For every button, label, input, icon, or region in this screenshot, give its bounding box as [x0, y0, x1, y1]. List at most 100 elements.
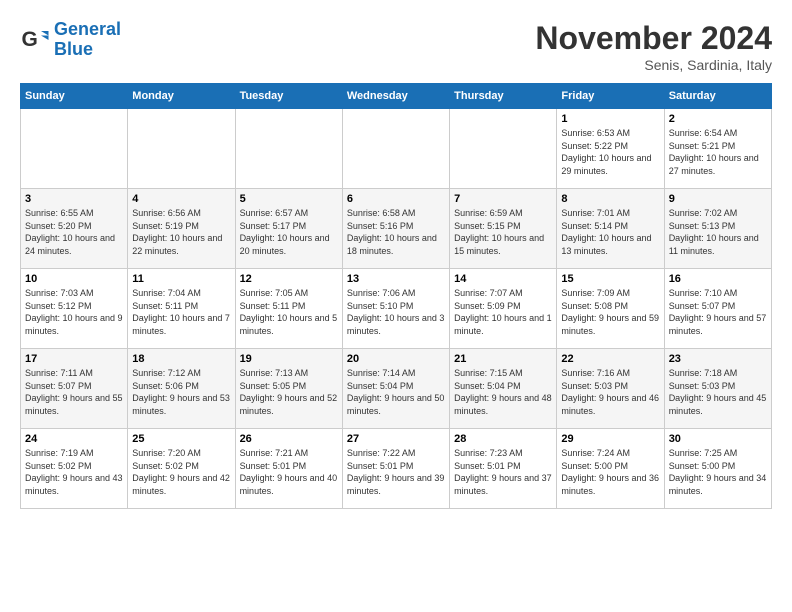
calendar-cell: 21 Sunrise: 7:15 AM Sunset: 5:04 PM Dayli…	[450, 349, 557, 429]
calendar-cell: 12 Sunrise: 7:05 AM Sunset: 5:11 PM Dayli…	[235, 269, 342, 349]
title-section: November 2024 Senis, Sardinia, Italy	[535, 20, 772, 73]
day-number: 6	[347, 193, 445, 205]
calendar-week-row: 3Sunrise: 6:55 AM Sunset: 5:20 PM Daylig…	[21, 189, 772, 269]
day-info: Sunrise: 7:22 AM Sunset: 5:01 PM Dayligh…	[347, 447, 445, 497]
day-info: Sunrise: 7:15 AM Sunset: 5:04 PM Dayligh…	[454, 367, 552, 417]
day-info: Sunrise: 7:10 AM Sunset: 5:07 PM Dayligh…	[669, 287, 767, 337]
day-number: 20	[347, 353, 445, 365]
calendar-cell	[128, 109, 235, 189]
day-info: Sunrise: 7:21 AM Sunset: 5:01 PM Dayligh…	[240, 447, 338, 497]
day-of-week-header: Tuesday	[235, 84, 342, 109]
day-number: 2	[669, 113, 767, 125]
logo: G General Blue	[20, 20, 121, 60]
page-header: G General Blue November 2024 Senis, Sard…	[20, 20, 772, 73]
calendar-week-row: 24 Sunrise: 7:19 AM Sunset: 5:02 PM Dayli…	[21, 429, 772, 509]
logo-line1: General	[54, 19, 121, 39]
calendar-cell: 27 Sunrise: 7:22 AM Sunset: 5:01 PM Dayli…	[342, 429, 449, 509]
day-info: Sunrise: 7:23 AM Sunset: 5:01 PM Dayligh…	[454, 447, 552, 497]
day-number: 7	[454, 193, 552, 205]
calendar-cell: 24 Sunrise: 7:19 AM Sunset: 5:02 PM Dayli…	[21, 429, 128, 509]
day-number: 8	[561, 193, 659, 205]
logo-icon: G	[20, 25, 50, 55]
day-number: 26	[240, 433, 338, 445]
day-info: Sunrise: 7:16 AM Sunset: 5:03 PM Dayligh…	[561, 367, 659, 417]
day-number: 22	[561, 353, 659, 365]
logo-text: General Blue	[54, 20, 121, 60]
calendar-cell: 8 Sunrise: 7:01 AM Sunset: 5:14 PM Daylig…	[557, 189, 664, 269]
calendar-cell: 18Sunrise: 7:12 AM Sunset: 5:06 PM Dayli…	[128, 349, 235, 429]
day-number: 29	[561, 433, 659, 445]
day-info: Sunrise: 7:05 AM Sunset: 5:11 PM Dayligh…	[240, 287, 338, 337]
calendar-cell: 1 Sunrise: 6:53 AM Sunset: 5:22 PM Daylig…	[557, 109, 664, 189]
calendar-cell: 20 Sunrise: 7:14 AM Sunset: 5:04 PM Dayli…	[342, 349, 449, 429]
day-info: Sunrise: 7:04 AM Sunset: 5:11 PM Dayligh…	[132, 287, 230, 337]
day-info: Sunrise: 7:18 AM Sunset: 5:03 PM Dayligh…	[669, 367, 767, 417]
calendar-cell: 30Sunrise: 7:25 AM Sunset: 5:00 PM Dayli…	[664, 429, 771, 509]
calendar-cell: 3Sunrise: 6:55 AM Sunset: 5:20 PM Daylig…	[21, 189, 128, 269]
month-title: November 2024	[535, 20, 772, 57]
calendar-cell: 25 Sunrise: 7:20 AM Sunset: 5:02 PM Dayli…	[128, 429, 235, 509]
day-info: Sunrise: 6:53 AM Sunset: 5:22 PM Dayligh…	[561, 127, 659, 177]
day-of-week-header: Friday	[557, 84, 664, 109]
day-info: Sunrise: 7:20 AM Sunset: 5:02 PM Dayligh…	[132, 447, 230, 497]
day-number: 19	[240, 353, 338, 365]
day-of-week-header: Saturday	[664, 84, 771, 109]
day-number: 11	[132, 273, 230, 285]
calendar-week-row: 17Sunrise: 7:11 AM Sunset: 5:07 PM Dayli…	[21, 349, 772, 429]
calendar-cell: 2 Sunrise: 6:54 AM Sunset: 5:21 PM Daylig…	[664, 109, 771, 189]
day-number: 15	[561, 273, 659, 285]
day-info: Sunrise: 7:25 AM Sunset: 5:00 PM Dayligh…	[669, 447, 767, 497]
day-info: Sunrise: 6:56 AM Sunset: 5:19 PM Dayligh…	[132, 207, 230, 257]
day-info: Sunrise: 6:58 AM Sunset: 5:16 PM Dayligh…	[347, 207, 445, 257]
day-info: Sunrise: 7:14 AM Sunset: 5:04 PM Dayligh…	[347, 367, 445, 417]
calendar-cell: 29Sunrise: 7:24 AM Sunset: 5:00 PM Dayli…	[557, 429, 664, 509]
day-number: 12	[240, 273, 338, 285]
calendar-cell: 9 Sunrise: 7:02 AM Sunset: 5:13 PM Daylig…	[664, 189, 771, 269]
day-info: Sunrise: 7:13 AM Sunset: 5:05 PM Dayligh…	[240, 367, 338, 417]
day-number: 25	[132, 433, 230, 445]
calendar-cell: 17Sunrise: 7:11 AM Sunset: 5:07 PM Dayli…	[21, 349, 128, 429]
calendar-cell: 22 Sunrise: 7:16 AM Sunset: 5:03 PM Dayli…	[557, 349, 664, 429]
day-number: 9	[669, 193, 767, 205]
day-number: 28	[454, 433, 552, 445]
day-number: 18	[132, 353, 230, 365]
day-info: Sunrise: 6:55 AM Sunset: 5:20 PM Dayligh…	[25, 207, 123, 257]
calendar-cell: 6 Sunrise: 6:58 AM Sunset: 5:16 PM Daylig…	[342, 189, 449, 269]
calendar-cell: 10Sunrise: 7:03 AM Sunset: 5:12 PM Dayli…	[21, 269, 128, 349]
calendar-cell	[235, 109, 342, 189]
day-of-week-header: Monday	[128, 84, 235, 109]
logo-line2: Blue	[54, 39, 93, 59]
day-of-week-header: Sunday	[21, 84, 128, 109]
day-number: 4	[132, 193, 230, 205]
day-number: 1	[561, 113, 659, 125]
location: Senis, Sardinia, Italy	[535, 57, 772, 73]
calendar-cell: 11 Sunrise: 7:04 AM Sunset: 5:11 PM Dayli…	[128, 269, 235, 349]
calendar-cell: 16 Sunrise: 7:10 AM Sunset: 5:07 PM Dayli…	[664, 269, 771, 349]
day-number: 14	[454, 273, 552, 285]
day-info: Sunrise: 7:07 AM Sunset: 5:09 PM Dayligh…	[454, 287, 552, 337]
calendar-cell: 14 Sunrise: 7:07 AM Sunset: 5:09 PM Dayli…	[450, 269, 557, 349]
day-info: Sunrise: 7:03 AM Sunset: 5:12 PM Dayligh…	[25, 287, 123, 337]
day-of-week-header: Thursday	[450, 84, 557, 109]
calendar-cell: 4 Sunrise: 6:56 AM Sunset: 5:19 PM Daylig…	[128, 189, 235, 269]
calendar-week-row: 1 Sunrise: 6:53 AM Sunset: 5:22 PM Daylig…	[21, 109, 772, 189]
day-of-week-header: Wednesday	[342, 84, 449, 109]
calendar-cell: 23Sunrise: 7:18 AM Sunset: 5:03 PM Dayli…	[664, 349, 771, 429]
day-info: Sunrise: 6:54 AM Sunset: 5:21 PM Dayligh…	[669, 127, 767, 177]
day-number: 13	[347, 273, 445, 285]
calendar-cell: 5Sunrise: 6:57 AM Sunset: 5:17 PM Daylig…	[235, 189, 342, 269]
day-info: Sunrise: 6:57 AM Sunset: 5:17 PM Dayligh…	[240, 207, 338, 257]
calendar-table: SundayMondayTuesdayWednesdayThursdayFrid…	[20, 83, 772, 509]
svg-text:G: G	[22, 28, 38, 51]
day-number: 16	[669, 273, 767, 285]
calendar-cell: 15Sunrise: 7:09 AM Sunset: 5:08 PM Dayli…	[557, 269, 664, 349]
day-info: Sunrise: 7:19 AM Sunset: 5:02 PM Dayligh…	[25, 447, 123, 497]
calendar-cell	[21, 109, 128, 189]
day-number: 27	[347, 433, 445, 445]
calendar-cell: 28 Sunrise: 7:23 AM Sunset: 5:01 PM Dayli…	[450, 429, 557, 509]
day-info: Sunrise: 7:11 AM Sunset: 5:07 PM Dayligh…	[25, 367, 123, 417]
day-number: 24	[25, 433, 123, 445]
day-info: Sunrise: 7:02 AM Sunset: 5:13 PM Dayligh…	[669, 207, 767, 257]
day-number: 21	[454, 353, 552, 365]
day-info: Sunrise: 7:01 AM Sunset: 5:14 PM Dayligh…	[561, 207, 659, 257]
